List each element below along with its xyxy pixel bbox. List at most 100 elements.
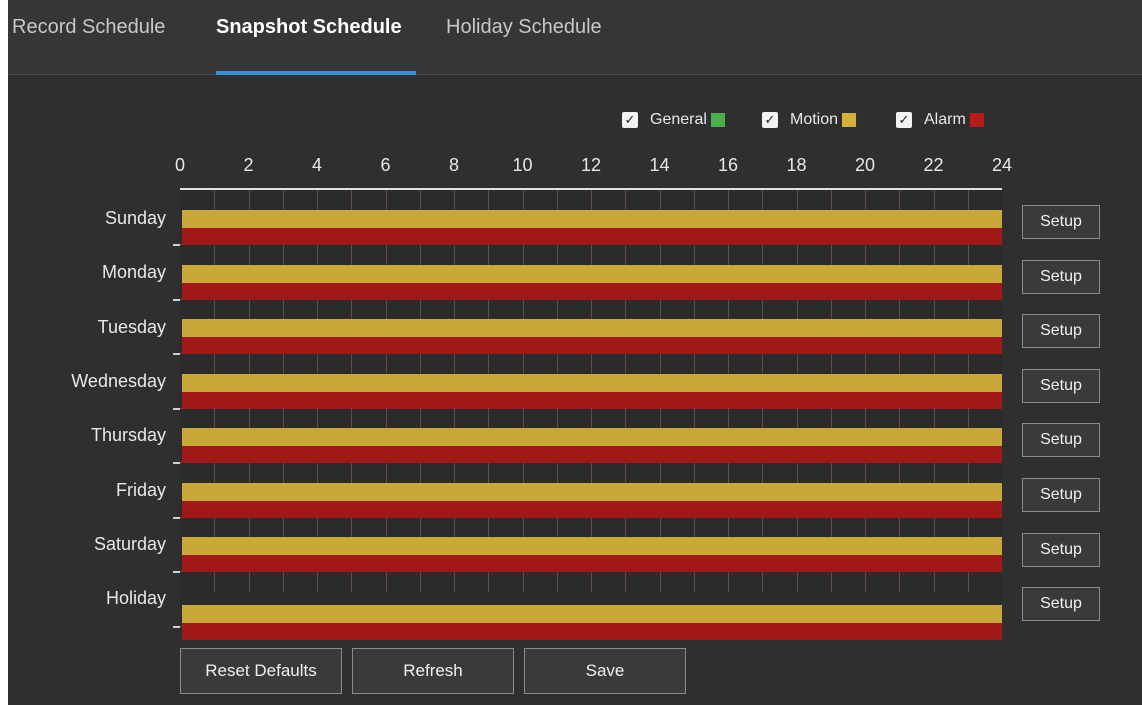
hour-gridline <box>796 517 798 537</box>
hour-gridline <box>796 244 798 265</box>
legend-motion[interactable]: ✓ Motion <box>762 108 857 132</box>
checkbox-alarm[interactable]: ✓ <box>896 112 912 128</box>
hour-gridline <box>522 299 524 319</box>
schedule-row-wednesday[interactable] <box>180 353 1002 409</box>
hour-gridline <box>556 353 558 374</box>
hour-gridline <box>454 462 455 483</box>
motion-schedule-bar[interactable] <box>182 604 1002 623</box>
setup-button-friday[interactable]: Setup <box>1022 478 1100 512</box>
tab-record-schedule[interactable]: Record Schedule <box>12 16 165 39</box>
hour-gridline <box>728 190 729 210</box>
refresh-button[interactable]: Refresh <box>352 648 514 694</box>
hour-gridline <box>248 190 250 210</box>
setup-button-sunday[interactable]: Setup <box>1022 205 1100 239</box>
schedule-grid[interactable] <box>180 190 1002 640</box>
alarm-schedule-bar[interactable] <box>182 622 1002 640</box>
legend-alarm[interactable]: ✓ Alarm <box>896 108 984 132</box>
setup-button-monday[interactable]: Setup <box>1022 259 1100 294</box>
alarm-schedule-bar[interactable] <box>182 228 1002 245</box>
setup-button-thursday[interactable]: Setup <box>1022 423 1100 458</box>
hour-gridline <box>933 571 935 592</box>
motion-schedule-bar[interactable] <box>182 482 1002 501</box>
alarm-schedule-bar[interactable] <box>182 282 1002 300</box>
hour-gridline <box>351 462 353 483</box>
hour-gridline <box>282 190 284 210</box>
hour-gridline <box>625 571 627 592</box>
tab-snapshot-schedule[interactable]: Snapshot Schedule <box>216 16 402 39</box>
day-label-wednesday: Wednesday <box>71 370 166 391</box>
hour-gridline <box>556 299 558 319</box>
motion-schedule-bar[interactable] <box>182 537 1002 555</box>
setup-button-holiday[interactable]: Setup <box>1022 587 1100 622</box>
hour-tick-label: 14 <box>649 155 670 175</box>
tab-holiday-schedule[interactable]: Holiday Schedule <box>446 16 602 39</box>
hour-gridline <box>865 517 866 537</box>
hour-gridline <box>830 190 832 210</box>
hour-gridline <box>625 462 627 483</box>
hour-gridline <box>899 462 901 483</box>
row-tick <box>173 353 180 355</box>
hour-gridline <box>865 353 866 374</box>
hour-gridline <box>762 190 764 210</box>
schedule-row-sunday[interactable] <box>180 190 1002 245</box>
alarm-schedule-bar[interactable] <box>182 391 1002 409</box>
motion-schedule-bar[interactable] <box>182 373 1002 392</box>
motion-schedule-bar[interactable] <box>182 210 1002 228</box>
general-color-swatch <box>710 113 725 127</box>
hour-gridline <box>693 299 695 319</box>
hour-gridline <box>385 299 387 319</box>
hour-gridline <box>522 462 524 483</box>
hour-gridline <box>385 353 387 374</box>
hour-gridline <box>385 190 387 210</box>
hour-gridline <box>488 353 490 374</box>
hour-tick-label: 22 <box>923 155 944 175</box>
schedule-row-friday[interactable] <box>180 462 1002 518</box>
hour-gridline <box>248 408 250 428</box>
motion-color-swatch <box>842 113 857 127</box>
hour-gridline <box>282 244 284 265</box>
schedule-row-saturday[interactable] <box>180 517 1002 572</box>
legend-general[interactable]: ✓ General <box>622 108 725 132</box>
setup-button-tuesday[interactable]: Setup <box>1022 314 1100 349</box>
save-button[interactable]: Save <box>524 648 686 694</box>
alarm-schedule-bar[interactable] <box>182 337 1002 354</box>
motion-schedule-bar[interactable] <box>182 319 1002 337</box>
alarm-schedule-bar[interactable] <box>182 446 1002 463</box>
hour-gridline <box>591 244 592 265</box>
setup-button-saturday[interactable]: Setup <box>1022 532 1100 567</box>
checkbox-motion[interactable]: ✓ <box>762 112 778 128</box>
setup-button-wednesday[interactable]: Setup <box>1022 368 1100 403</box>
hour-tick-label: 12 <box>580 155 602 175</box>
schedule-row-thursday[interactable] <box>180 408 1002 463</box>
hour-gridline <box>488 244 490 265</box>
hour-gridline <box>248 517 250 537</box>
hour-gridline <box>454 244 455 265</box>
hour-gridline <box>385 462 387 483</box>
hour-gridline <box>865 408 866 428</box>
hour-gridline <box>865 299 866 319</box>
motion-schedule-bar[interactable] <box>182 428 1002 446</box>
hour-gridline <box>899 299 901 319</box>
alarm-schedule-bar[interactable] <box>182 555 1002 572</box>
hour-gridline <box>591 462 592 483</box>
schedule-row-monday[interactable] <box>180 244 1002 300</box>
hour-gridline <box>214 571 216 592</box>
checkbox-general[interactable]: ✓ <box>622 112 638 128</box>
reset-defaults-button[interactable]: Reset Defaults <box>180 648 342 694</box>
hour-gridline <box>317 353 318 374</box>
hour-tick-label: 2 <box>243 155 254 175</box>
hour-gridline <box>865 462 866 483</box>
hour-gridline <box>796 408 798 428</box>
hour-gridline <box>214 244 216 265</box>
schedule-row-tuesday[interactable] <box>180 299 1002 354</box>
alarm-schedule-bar[interactable] <box>182 500 1002 518</box>
hour-gridline <box>830 299 832 319</box>
hour-gridline <box>419 244 421 265</box>
hour-gridline <box>899 353 901 374</box>
schedule-row-holiday[interactable] <box>180 571 1002 640</box>
hour-gridline <box>796 571 798 592</box>
motion-schedule-bar[interactable] <box>182 264 1002 283</box>
hour-gridline <box>214 299 216 319</box>
hour-gridline <box>762 353 764 374</box>
hour-gridline <box>728 299 729 319</box>
